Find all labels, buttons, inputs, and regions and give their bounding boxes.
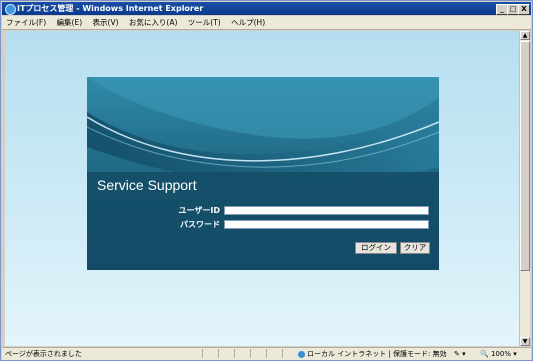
- menu-file[interactable]: ファイル(F): [2, 16, 50, 29]
- menu-favorites[interactable]: お気に入り(A): [125, 16, 181, 29]
- zoom-level[interactable]: 🔍 100% ▾: [480, 348, 517, 360]
- password-input[interactable]: [224, 220, 429, 229]
- menu-edit[interactable]: 編集(E): [53, 16, 87, 29]
- scroll-up-icon[interactable]: ▲: [520, 31, 530, 40]
- menu-view[interactable]: 表示(V): [89, 16, 123, 29]
- menu-help[interactable]: ヘルプ(H): [227, 16, 269, 29]
- security-zone[interactable]: ローカル イントラネット | 保護モード: 無効: [298, 348, 447, 360]
- scroll-down-icon[interactable]: ▼: [520, 337, 530, 346]
- user-id-label: ユーザーID: [178, 206, 220, 215]
- password-label: パスワード: [180, 220, 220, 229]
- zone-text: ローカル イントラネット | 保護モード: 無効: [307, 350, 447, 358]
- login-button[interactable]: ログイン: [355, 242, 397, 254]
- status-divider: [282, 349, 297, 358]
- close-button[interactable]: X: [518, 4, 530, 15]
- globe-icon: [298, 350, 305, 358]
- status-bar: ページが表示されました ローカル イントラネット | 保護モード: 無効 ✎ ▾…: [2, 347, 531, 360]
- status-divider: [266, 349, 281, 358]
- ie-icon: [5, 4, 16, 15]
- zoom-text: 100%: [490, 350, 511, 358]
- title-bar: ITプロセス管理 - Windows Internet Explorer _ □…: [2, 2, 531, 15]
- vertical-scrollbar[interactable]: ▲ ▼: [519, 31, 530, 346]
- clear-button[interactable]: クリア: [400, 242, 430, 254]
- status-text: ページが表示されました: [5, 350, 82, 358]
- page-content: Service Support ユーザーID パスワード ログイン クリア: [5, 31, 519, 346]
- menu-bar: ファイル(F) 編集(E) 表示(V) お気に入り(A) ツール(T) ヘルプ(…: [2, 16, 531, 30]
- user-id-input[interactable]: [224, 206, 429, 215]
- window-title: ITプロセス管理 - Windows Internet Explorer: [17, 4, 204, 13]
- menu-tools[interactable]: ツール(T): [184, 16, 225, 29]
- status-divider: [234, 349, 249, 358]
- scroll-thumb[interactable]: [520, 41, 530, 271]
- service-support-title: Service Support: [97, 177, 197, 193]
- status-divider: [202, 349, 217, 358]
- status-divider: [250, 349, 265, 358]
- status-divider: [218, 349, 233, 358]
- browser-window: ITプロセス管理 - Windows Internet Explorer _ □…: [0, 0, 533, 361]
- pencil-icon[interactable]: ✎ ▾: [454, 348, 466, 360]
- login-panel: Service Support ユーザーID パスワード ログイン クリア: [87, 77, 439, 270]
